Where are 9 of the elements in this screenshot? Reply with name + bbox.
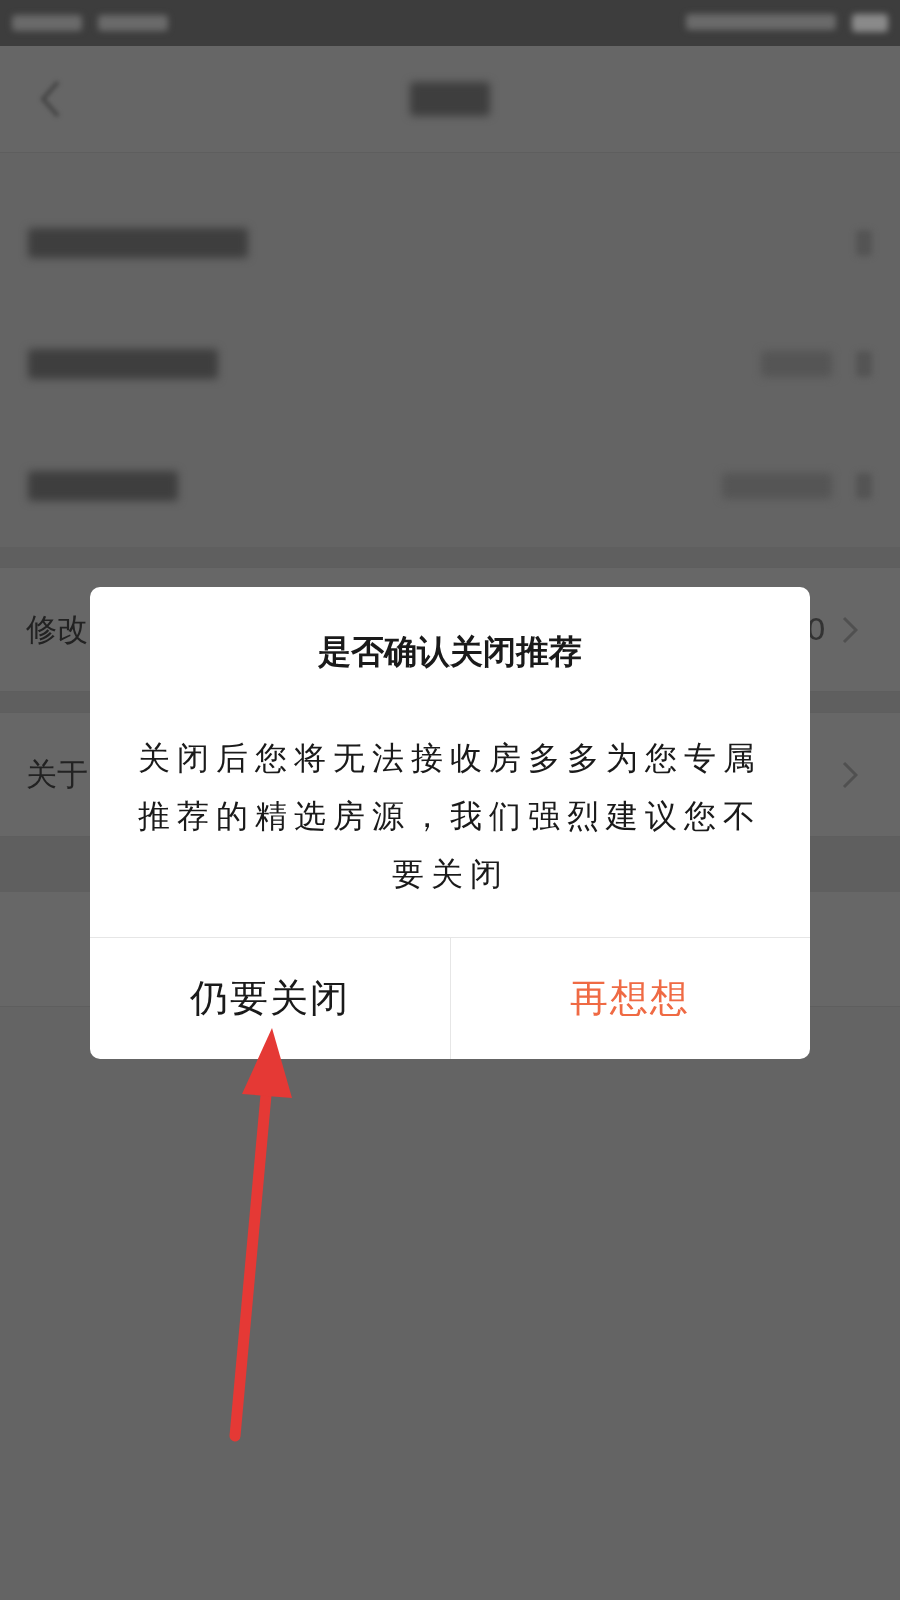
row-label: 修改 xyxy=(26,610,88,650)
row-label: 关于 xyxy=(26,755,88,795)
dialog-message: 关闭后您将无法接收房多多为您专属推荐的精选房源，我们强烈建议您不要关闭 xyxy=(137,737,763,895)
dialog-button[interactable]: 仍要关闭 xyxy=(90,937,450,1059)
blurred-status-text xyxy=(12,15,82,31)
dialog-title: 是否确认关闭推荐 xyxy=(317,631,583,673)
blurred-battery-icon xyxy=(852,14,888,32)
back-icon[interactable] xyxy=(38,78,62,120)
blurred-status-text xyxy=(98,15,168,31)
